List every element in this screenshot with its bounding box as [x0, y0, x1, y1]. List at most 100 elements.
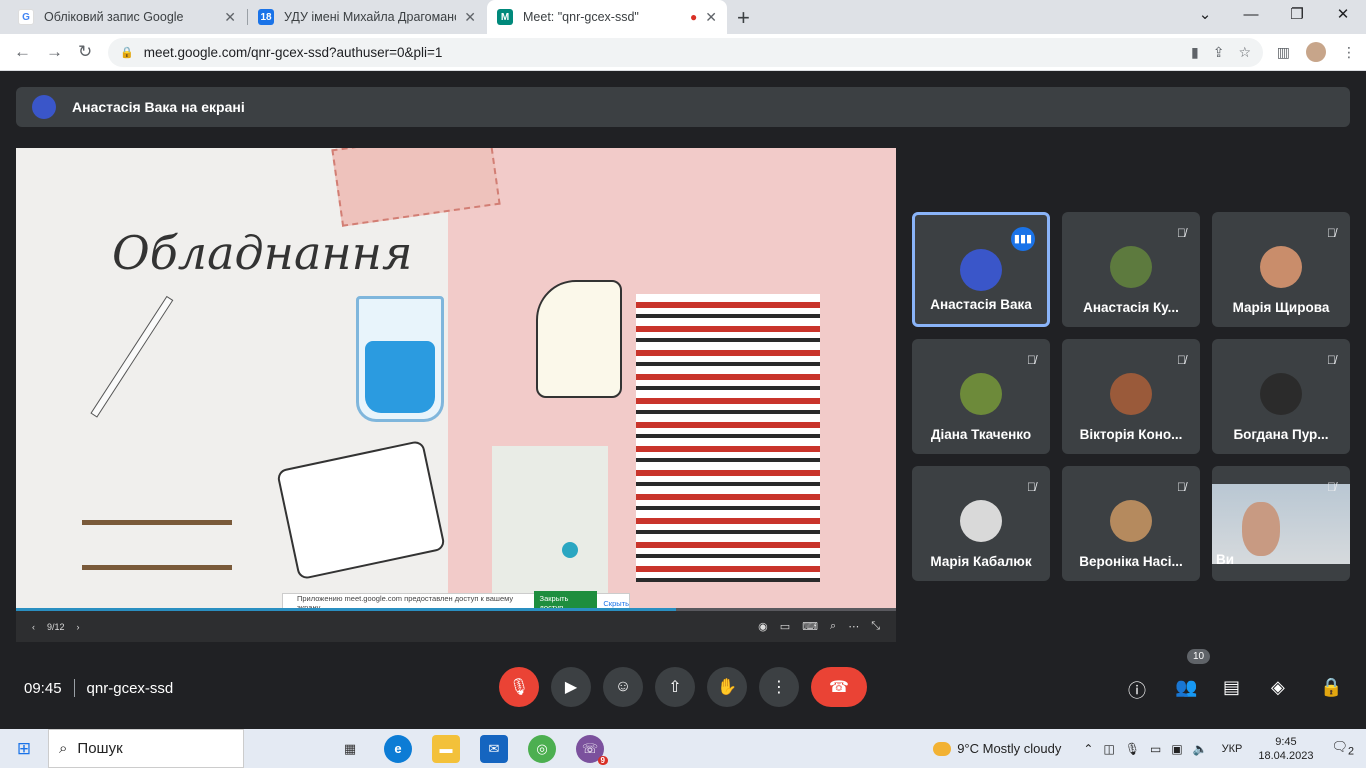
camera-icon[interactable]: ▮ — [1191, 44, 1199, 61]
edge-icon[interactable]: e — [384, 734, 412, 763]
cursor-icon — [562, 542, 578, 558]
hide-notice-button[interactable]: Скрыть — [603, 599, 629, 608]
raise-hand-button[interactable]: ✋ — [707, 667, 747, 707]
windows-start-icon[interactable]: ⊞ — [0, 739, 48, 759]
meet-favicon-icon: M — [497, 9, 513, 25]
profile-avatar[interactable] — [1306, 42, 1326, 62]
hand-icon: ✋ — [717, 679, 737, 696]
end-call-button[interactable]: ☎ — [811, 667, 867, 707]
more-icon[interactable]: ⋯ — [848, 620, 859, 633]
avatar — [960, 500, 1002, 542]
microphone-icon[interactable]: 🎙 — [1125, 742, 1140, 756]
emoji-button[interactable]: ☺ — [603, 667, 643, 707]
participant-tile[interactable]: 🎙̸ Марія Кабалюк — [912, 466, 1050, 581]
weather-cloud-icon — [933, 741, 952, 756]
chat-icon[interactable]: ▤ — [1223, 677, 1240, 698]
tab-google-account[interactable]: G Обліковий запис Google ✕ — [8, 0, 246, 34]
notifications-icon[interactable]: 🗨2 — [1331, 739, 1354, 758]
chevron-up-icon[interactable]: ⌃ — [1083, 742, 1093, 756]
camera-toggle-button[interactable]: ▶ — [551, 667, 591, 707]
taskbar-apps: ▦ e ▬ ✉ ◎ ☏ 9 — [336, 734, 608, 765]
mic-off-icon: 🎙 — [508, 679, 530, 696]
present-button[interactable]: ⇧ — [655, 667, 695, 707]
tab-university[interactable]: 18 УДУ імені Михайла Драгоманова ✕ — [248, 0, 486, 34]
participant-tile[interactable]: 🎙̸ Вікторія Коно... — [1062, 339, 1200, 454]
avatar — [960, 249, 1002, 291]
speaking-indicator-icon: ▮▮▮ — [1011, 227, 1035, 251]
participant-tile[interactable]: 🎙̸ Марія Щирова — [1212, 212, 1350, 327]
battery-icon[interactable]: ▭ — [1150, 742, 1161, 756]
file-explorer-icon[interactable]: ▬ — [432, 734, 460, 763]
camera-icon[interactable]: ◫ — [1103, 742, 1114, 756]
language-indicator[interactable]: УКР — [1222, 743, 1243, 755]
reload-icon[interactable]: ↻ — [78, 42, 92, 62]
taskbar-search[interactable]: ⌕ Пошук — [48, 729, 244, 768]
back-icon[interactable]: ← — [14, 42, 31, 62]
present-screen-icon: ⇧ — [668, 679, 682, 696]
participant-tile[interactable]: 🎙̸ Діана Ткаченко — [912, 339, 1050, 454]
participant-tile[interactable]: ▮▮▮ Анастасія Вака — [912, 212, 1050, 327]
tab-meet[interactable]: M Meet: "qnr-gcex-ssd" ● ✕ — [487, 0, 727, 34]
forward-icon[interactable]: → — [46, 42, 63, 62]
prev-slide-icon[interactable]: ‹ — [32, 622, 35, 632]
taskbar-clock[interactable]: 9:45 18.04.2023 — [1258, 735, 1313, 763]
tab-search-icon[interactable]: ⌄ — [1182, 0, 1228, 30]
task-view-icon[interactable]: ▦ — [336, 735, 364, 763]
mic-off-icon: 🎙̸ — [1027, 480, 1036, 494]
avatar — [1110, 500, 1152, 542]
presenter-avatar — [32, 95, 56, 119]
people-icon[interactable]: 👥 — [1175, 677, 1197, 698]
avatar — [1110, 246, 1152, 288]
volume-icon[interactable]: 🔈 — [1193, 742, 1208, 756]
mic-off-icon: 🎙̸ — [1327, 480, 1336, 494]
meeting-details-icon[interactable]: ⓘ — [1128, 677, 1146, 703]
participant-tile[interactable]: 🎙̸ Анастасія Ку... — [1062, 212, 1200, 327]
phone-hangup-icon: ☎ — [829, 679, 849, 696]
bookmark-star-icon[interactable]: ☆ — [1238, 44, 1251, 61]
viber-badge: 9 — [597, 755, 608, 765]
meet-main: Анастасія Вака на екрані Обладнання Прил… — [0, 71, 1366, 729]
mic-toggle-button[interactable]: 🎙 — [499, 667, 539, 707]
network-icon[interactable]: ▣ — [1171, 742, 1182, 756]
menu-dots-icon[interactable]: ⋮ — [1342, 44, 1356, 61]
system-tray: 9°C Mostly cloudy ⌃ ◫ 🎙 ▭ ▣ 🔈 УКР 9:45 1… — [933, 729, 1366, 768]
slide-title: Обладнання — [112, 226, 413, 280]
slide-tools: ◉ ▭ ⌨ ⌕ ⋯ ⤡ — [758, 620, 880, 633]
self-video-tile[interactable]: 🎙̸ Ви — [1212, 466, 1350, 581]
close-tab-icon[interactable]: ✕ — [705, 9, 717, 26]
mic-off-icon: 🎙̸ — [1177, 226, 1186, 240]
shared-screen: Обладнання Приложению meet.google.com пр… — [16, 148, 896, 642]
divider — [73, 679, 75, 697]
mail-icon[interactable]: ✉ — [480, 734, 508, 763]
presenter-banner: Анастасія Вака на екрані — [16, 87, 1350, 127]
search-icon: ⌕ — [59, 740, 68, 757]
close-window-icon[interactable]: ✕ — [1320, 0, 1366, 30]
mic-off-icon: 🎙̸ — [1177, 353, 1186, 367]
activities-icon[interactable]: ◈ — [1271, 677, 1285, 698]
exit-fullscreen-icon[interactable]: ⤡ — [871, 620, 880, 633]
zoom-icon[interactable]: ⌕ — [830, 620, 836, 633]
next-slide-icon[interactable]: › — [77, 622, 80, 632]
close-tab-icon[interactable]: ✕ — [224, 9, 236, 26]
restore-icon[interactable]: ❐ — [1274, 0, 1320, 30]
keyboard-icon[interactable]: ⌨ — [802, 620, 818, 633]
new-tab-icon[interactable]: + — [737, 5, 750, 31]
participant-tile[interactable]: 🎙̸ Вероніка Насі... — [1062, 466, 1200, 581]
share-icon[interactable]: ⇪ — [1213, 44, 1225, 61]
audio-icon[interactable]: ◉ — [758, 620, 768, 633]
participant-tile[interactable]: 🎙̸ Богдана Пур... — [1212, 339, 1350, 454]
subtitles-icon[interactable]: ▭ — [780, 620, 790, 633]
url-field[interactable]: 🔒 meet.google.com/qnr-gcex-ssd?authuser=… — [108, 38, 1263, 67]
google-favicon-icon: G — [18, 9, 34, 25]
host-controls-icon[interactable]: 🔒 — [1320, 677, 1342, 698]
sidebar-icon[interactable]: ▥ — [1277, 44, 1290, 61]
minimize-icon[interactable]: — — [1228, 0, 1274, 30]
avatar — [1260, 373, 1302, 415]
lock-icon[interactable]: 🔒 — [120, 46, 134, 59]
close-tab-icon[interactable]: ✕ — [464, 9, 476, 26]
weather-widget[interactable]: 9°C Mostly cloudy — [933, 741, 1061, 756]
more-options-button[interactable]: ⋮ — [759, 667, 799, 707]
chrome-icon[interactable]: ◎ — [528, 734, 556, 763]
viber-icon[interactable]: ☏ 9 — [576, 734, 608, 765]
mic-off-icon: 🎙̸ — [1327, 226, 1336, 240]
